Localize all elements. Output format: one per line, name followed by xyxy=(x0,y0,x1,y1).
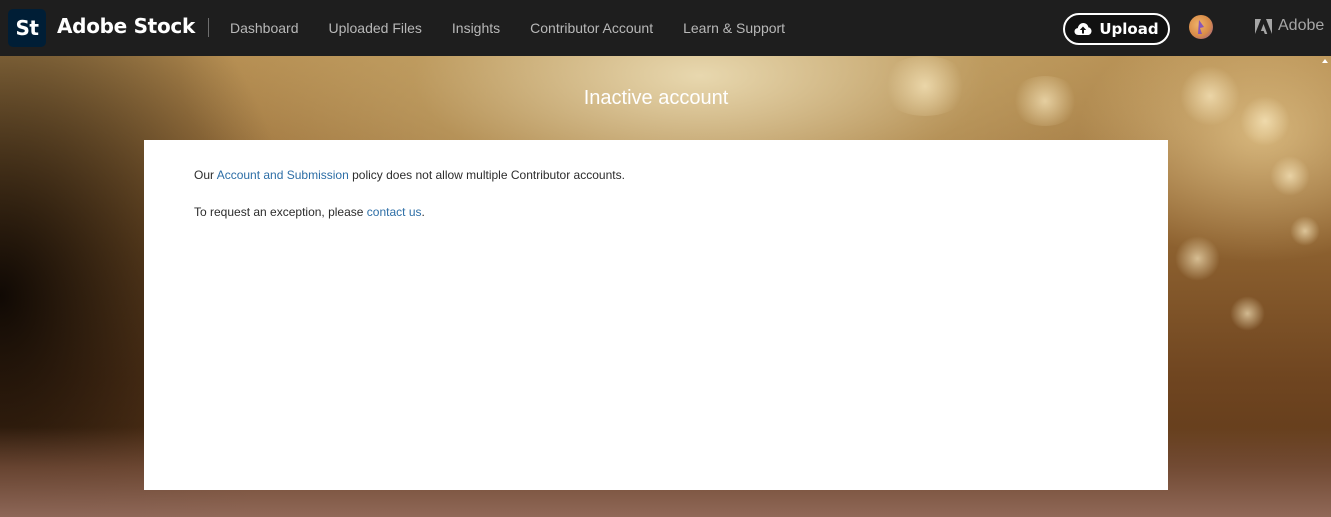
user-avatar[interactable] xyxy=(1189,15,1213,39)
exception-message-suffix: . xyxy=(421,205,425,219)
top-navigation-bar: St Adobe Stock Dashboard Uploaded Files … xyxy=(0,0,1331,56)
bokeh-light xyxy=(1230,296,1265,331)
bokeh-light xyxy=(1175,236,1220,281)
policy-message-prefix: Our xyxy=(194,168,215,182)
policy-message: Our Account and Submission policy does n… xyxy=(194,168,625,182)
brand-divider xyxy=(208,18,209,37)
bokeh-light xyxy=(1270,156,1310,196)
adobe-home-link[interactable]: Adobe xyxy=(1255,17,1324,35)
adobe-label: Adobe xyxy=(1278,17,1325,34)
message-card: Our Account and Submission policy does n… xyxy=(144,140,1168,490)
page-title: Inactive account xyxy=(583,87,729,109)
adobe-stock-logo[interactable]: St xyxy=(8,9,46,47)
upload-button[interactable]: Upload xyxy=(1063,13,1170,45)
exception-message: To request an exception, please contact … xyxy=(194,205,425,219)
avatar-figure-icon xyxy=(1198,20,1204,34)
bokeh-light xyxy=(1290,216,1320,246)
adobe-logo-icon xyxy=(1255,18,1272,34)
main-nav: Dashboard Uploaded Files Insights Contri… xyxy=(230,18,815,38)
nav-item-learn-support[interactable]: Learn & Support xyxy=(683,18,785,38)
upload-button-label: Upload xyxy=(1099,20,1159,38)
brand-name[interactable]: Adobe Stock xyxy=(57,14,195,38)
nav-item-dashboard[interactable]: Dashboard xyxy=(230,18,299,38)
cloud-upload-icon xyxy=(1074,22,1092,36)
nav-item-insights[interactable]: Insights xyxy=(452,18,500,38)
nav-item-uploaded-files[interactable]: Uploaded Files xyxy=(329,18,422,38)
contact-us-link[interactable]: contact us xyxy=(367,205,422,219)
account-submission-policy-link[interactable]: Account and Submission xyxy=(217,168,349,182)
exception-message-prefix: To request an exception, please xyxy=(194,205,364,219)
scroll-up-arrow-icon[interactable] xyxy=(1322,59,1328,63)
policy-message-suffix: policy does not allow multiple Contribut… xyxy=(352,168,625,182)
nav-item-contributor-account[interactable]: Contributor Account xyxy=(530,18,653,38)
